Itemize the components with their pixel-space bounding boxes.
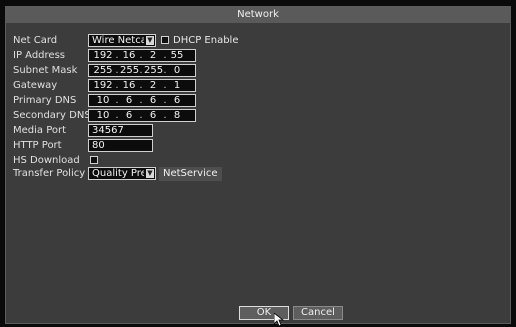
secondary-dns-octet-1[interactable]: 10 (92, 110, 114, 121)
ip-address-input[interactable]: 192 . 16 . 2 . 55 (88, 49, 196, 62)
ip-address-label: IP Address (13, 50, 65, 61)
dialog-title: Network (6, 7, 510, 23)
primary-dns-octet-4[interactable]: 6 (168, 95, 186, 106)
primary-dns-octet-3[interactable]: 6 (144, 95, 162, 106)
media-port-input[interactable]: 34567 (88, 124, 153, 137)
primary-dns-octet-1[interactable]: 10 (92, 95, 114, 106)
secondary-dns-input[interactable]: 10 . 6 . 6 . 8 (88, 109, 196, 122)
hs-download-checkbox[interactable] (90, 156, 98, 164)
network-dialog: Network Net Card Wire Netcarc ▼ DHCP Ena… (5, 6, 511, 324)
primary-dns-input[interactable]: 10 . 6 . 6 . 6 (88, 94, 196, 107)
mouse-pointer-icon (274, 313, 284, 327)
netservice-button[interactable]: NetService (159, 167, 222, 181)
chevron-down-icon[interactable]: ▼ (146, 169, 154, 178)
secondary-dns-label: Secondary DNS (13, 110, 91, 121)
transfer-policy-select[interactable]: Quality Prefe ▼ (88, 167, 156, 180)
secondary-dns-octet-4[interactable]: 8 (168, 110, 186, 121)
http-port-input[interactable]: 80 (88, 139, 153, 152)
hs-download-label: HS Download (13, 155, 80, 166)
gateway-input[interactable]: 192 . 16 . 2 . 1 (88, 79, 196, 92)
subnet-mask-input[interactable]: 255 . 255 . 255 . 0 (88, 64, 196, 77)
transfer-policy-value: Quality Prefe (92, 168, 144, 179)
gateway-label: Gateway (13, 80, 58, 91)
primary-dns-octet-2[interactable]: 6 (120, 95, 138, 106)
ip-octet-1[interactable]: 192 (92, 50, 114, 61)
media-port-label: Media Port (13, 125, 67, 136)
secondary-dns-octet-3[interactable]: 6 (144, 110, 162, 121)
gateway-octet-1[interactable]: 192 (92, 80, 114, 91)
cancel-button[interactable]: Cancel (293, 306, 343, 320)
subnet-octet-4[interactable]: 0 (168, 65, 186, 76)
subnet-octet-3[interactable]: 255 (144, 65, 163, 76)
transfer-policy-label: Transfer Policy (13, 168, 86, 179)
subnet-mask-label: Subnet Mask (13, 65, 78, 76)
dhcp-enable-checkbox[interactable] (161, 36, 169, 44)
net-card-value: Wire Netcarc (92, 35, 144, 46)
net-card-select[interactable]: Wire Netcarc ▼ (88, 34, 156, 47)
secondary-dns-octet-2[interactable]: 6 (120, 110, 138, 121)
subnet-octet-2[interactable]: 255 (120, 65, 139, 76)
chevron-down-icon[interactable]: ▼ (146, 36, 154, 45)
gateway-octet-3[interactable]: 2 (144, 80, 162, 91)
http-port-label: HTTP Port (13, 140, 62, 151)
dhcp-enable-label: DHCP Enable (173, 35, 239, 46)
ip-octet-4[interactable]: 55 (168, 50, 186, 61)
gateway-octet-2[interactable]: 16 (120, 80, 138, 91)
net-card-label: Net Card (13, 35, 58, 46)
gateway-octet-4[interactable]: 1 (168, 80, 186, 91)
subnet-octet-1[interactable]: 255 (92, 65, 114, 76)
ip-octet-3[interactable]: 2 (144, 50, 162, 61)
ip-octet-2[interactable]: 16 (120, 50, 138, 61)
primary-dns-label: Primary DNS (13, 95, 77, 106)
